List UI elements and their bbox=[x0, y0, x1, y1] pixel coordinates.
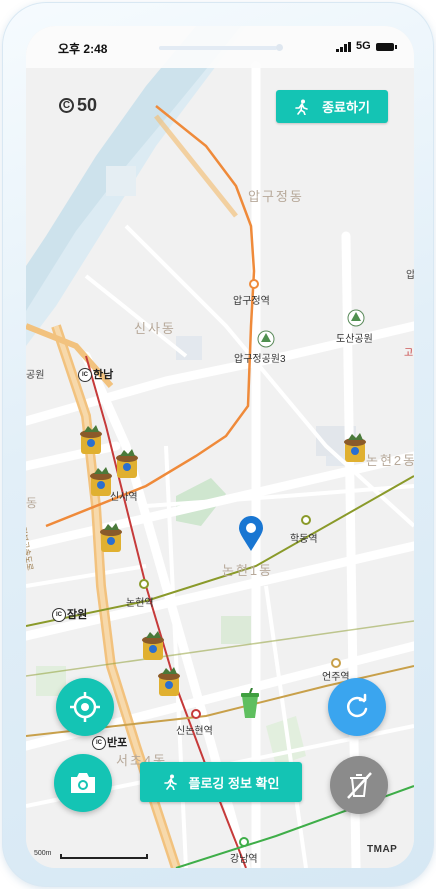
trash-bin-marker[interactable] bbox=[140, 630, 166, 662]
ic-label-hannam: IC 한남 bbox=[78, 366, 114, 383]
walker-icon bbox=[163, 774, 177, 790]
network-type: 5G bbox=[356, 40, 371, 52]
notch-indicator bbox=[159, 46, 277, 50]
end-button-label: 종료하기 bbox=[322, 100, 370, 115]
place-label-hakdong-station: 학동역 bbox=[290, 534, 318, 545]
end-plogging-button[interactable]: 종료하기 bbox=[276, 90, 388, 123]
area-label-apgujeong: 압구정동 bbox=[248, 189, 304, 204]
coin-icon: C bbox=[59, 98, 74, 113]
trash-bin-marker[interactable] bbox=[78, 424, 104, 456]
refresh-button[interactable] bbox=[328, 678, 386, 736]
ic-label-banpo: IC 반포 bbox=[92, 734, 128, 751]
battery-icon bbox=[376, 43, 397, 51]
ic-name: 한남 bbox=[93, 369, 114, 381]
edge-label-dong: 동 bbox=[26, 496, 38, 510]
scale-label: 500m bbox=[34, 850, 52, 857]
signal-icon bbox=[336, 42, 351, 52]
edge-label-go: 고 bbox=[404, 348, 414, 359]
place-label-sinnonhyeon-station: 신논현역 bbox=[176, 726, 213, 737]
ic-icon: IC bbox=[52, 608, 66, 623]
area-label-sinsa: 신사동 bbox=[134, 321, 176, 336]
trash-bin-marker[interactable] bbox=[114, 448, 140, 480]
ic-icon: IC bbox=[78, 368, 92, 383]
info-button-label: 플로깅 정보 확인 bbox=[188, 775, 280, 791]
cup-marker[interactable] bbox=[238, 688, 262, 720]
trash-bin-marker[interactable] bbox=[342, 432, 368, 464]
place-label-park3: 압구정공원3 bbox=[234, 354, 286, 365]
points-counter: C 50 bbox=[59, 95, 97, 116]
place-label-gangnam-station: 강남역 bbox=[230, 854, 258, 865]
place-label-sinsa-station: 신사역 bbox=[110, 492, 138, 503]
ic-label-jamwon: IC 잠원 bbox=[52, 606, 88, 623]
status-bar: 오후 2:48 5G bbox=[26, 26, 414, 68]
points-value: 50 bbox=[77, 95, 98, 115]
place-label-nonhyeon-station: 논현역 bbox=[126, 598, 154, 609]
walker-icon bbox=[295, 99, 308, 115]
status-time: 오후 2:48 bbox=[58, 42, 108, 56]
trash-disabled-button[interactable] bbox=[330, 756, 388, 814]
ic-icon: IC bbox=[92, 736, 106, 751]
edge-label-ap: 압 bbox=[406, 270, 414, 281]
trash-disabled-icon bbox=[347, 772, 372, 799]
ic-name: 잠원 bbox=[67, 609, 88, 621]
place-label-apgujeong-station: 압구정역 bbox=[233, 296, 270, 307]
ic-name: 반포 bbox=[107, 737, 128, 749]
camera-dot bbox=[276, 44, 283, 51]
app-screen: 압구정동 신사동 논현1동 논현2동 서초4동 압구정역 압구정공원3 도산공원… bbox=[26, 26, 414, 868]
area-label-nonhyeon2: 논현2동 bbox=[366, 453, 414, 468]
place-label-dosan-park: 도산공원 bbox=[336, 334, 373, 345]
trash-bin-marker[interactable] bbox=[156, 666, 182, 698]
camera-button[interactable] bbox=[54, 754, 112, 812]
phone-frame: 압구정동 신사동 논현1동 논현2동 서초4동 압구정역 압구정공원3 도산공원… bbox=[2, 2, 434, 887]
trash-bin-marker[interactable] bbox=[88, 466, 114, 498]
area-label-nonhyeon1: 논현1동 bbox=[222, 563, 274, 578]
map-provider-logo: TMAP bbox=[367, 844, 398, 855]
edge-label-park: 공원 bbox=[26, 370, 45, 381]
location-pin-icon[interactable] bbox=[238, 516, 264, 552]
scale-bar bbox=[60, 854, 148, 859]
camera-icon bbox=[71, 773, 95, 793]
plogging-info-button[interactable]: 플로깅 정보 확인 bbox=[140, 762, 302, 802]
crosshair-icon bbox=[70, 692, 100, 722]
refresh-icon bbox=[346, 693, 368, 718]
locate-me-button[interactable] bbox=[56, 678, 114, 736]
trash-bin-marker[interactable] bbox=[98, 522, 124, 554]
